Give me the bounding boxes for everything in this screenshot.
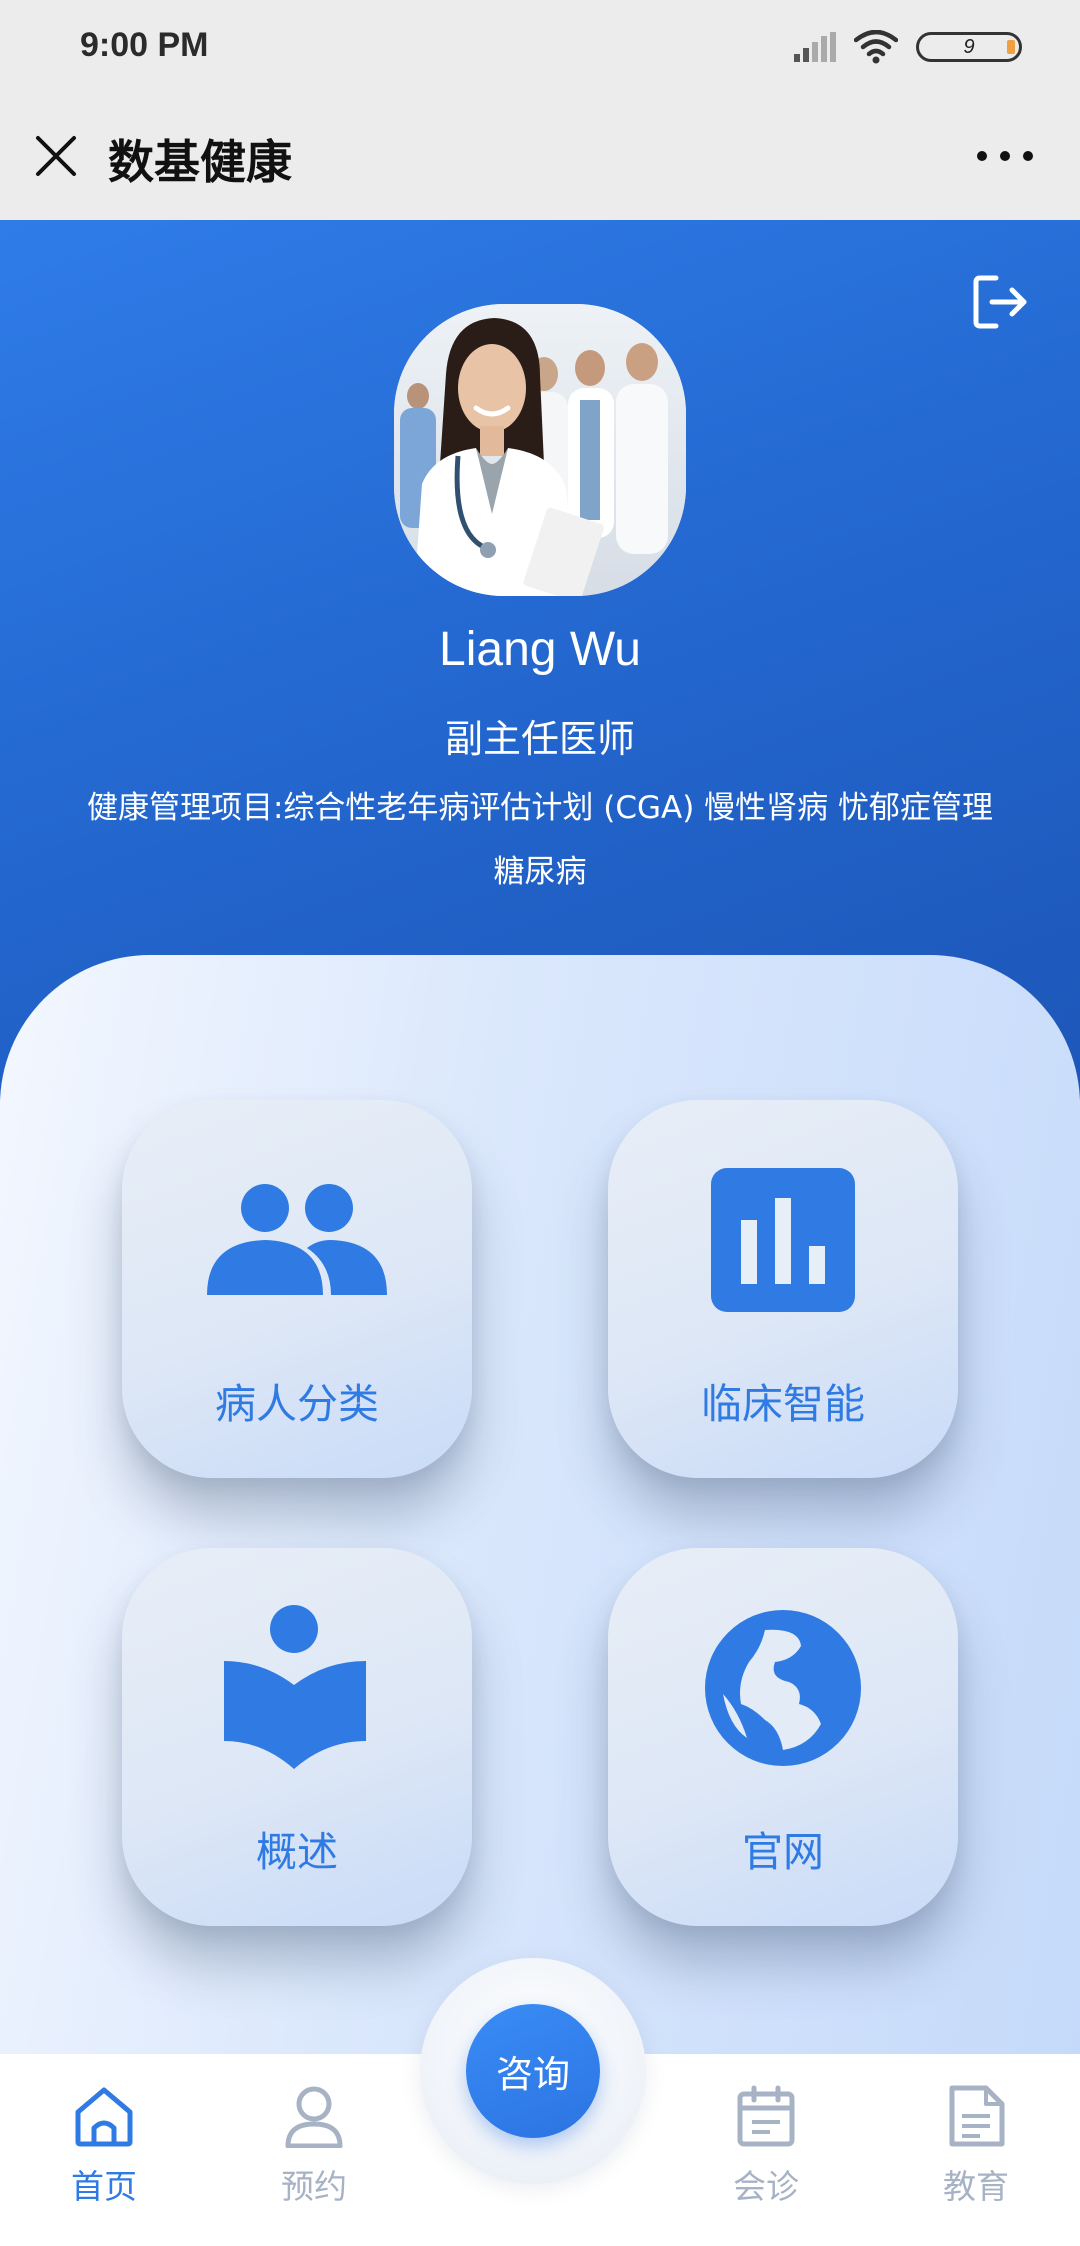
signal-icon	[794, 32, 836, 62]
tile-patient-classification[interactable]: 病人分类	[122, 1100, 472, 1478]
bar-chart-icon	[711, 1168, 855, 1312]
status-bar: 9:00 PM 9	[0, 0, 1080, 96]
book-reader-icon	[224, 1605, 366, 1769]
calendar-icon	[737, 2085, 795, 2147]
battery-level: 9	[963, 35, 975, 58]
close-icon[interactable]	[30, 130, 82, 182]
document-icon	[949, 2085, 1005, 2147]
nav-label: 教育	[943, 2167, 1009, 2206]
more-options-icon[interactable]	[970, 136, 1040, 176]
home-icon	[75, 2087, 133, 2147]
wifi-icon	[854, 30, 898, 64]
tile-label: 病人分类	[215, 1380, 379, 1428]
doctor-name: Liang Wu	[439, 623, 641, 676]
tile-label: 官网	[742, 1828, 824, 1876]
feature-panel: 病人分类 临床智能 概述 官网	[0, 955, 1080, 2055]
tile-label: 概述	[256, 1828, 338, 1876]
nav-item-education[interactable]: 教育	[896, 2084, 1056, 2224]
person-icon	[285, 2086, 343, 2148]
nav-label: 会诊	[733, 2167, 799, 2206]
status-icons: 9	[794, 30, 1022, 64]
nav-item-appointment[interactable]: 预约	[234, 2084, 394, 2224]
people-icon	[207, 1184, 387, 1295]
app-title: 数基健康	[108, 135, 292, 189]
battery-icon: 9	[916, 32, 1022, 62]
tile-overview[interactable]: 概述	[122, 1548, 472, 1926]
status-time: 9:00 PM	[80, 26, 209, 64]
globe-icon	[705, 1610, 861, 1766]
nav-item-home[interactable]: 首页	[24, 2084, 184, 2224]
nav-label: 首页	[71, 2167, 137, 2206]
avatar	[394, 304, 686, 596]
tile-label: 临床智能	[701, 1380, 865, 1428]
consult-button[interactable]: 咨询	[466, 2004, 600, 2138]
nav-item-consultation[interactable]: 会诊	[686, 2084, 846, 2224]
logout-icon[interactable]	[968, 270, 1032, 334]
tile-clinical-intelligence[interactable]: 临床智能	[608, 1100, 958, 1478]
tile-official-website[interactable]: 官网	[608, 1548, 958, 1926]
health-projects: 健康管理项目:综合性老年病评估计划 (CGA) 慢性肾病 忧郁症管理 糖尿病	[86, 790, 994, 890]
nav-label: 预约	[281, 2167, 347, 2206]
doctor-photo	[394, 304, 686, 596]
doctor-position: 副主任医师	[444, 717, 635, 761]
title-bar: 数基健康	[0, 96, 1080, 220]
